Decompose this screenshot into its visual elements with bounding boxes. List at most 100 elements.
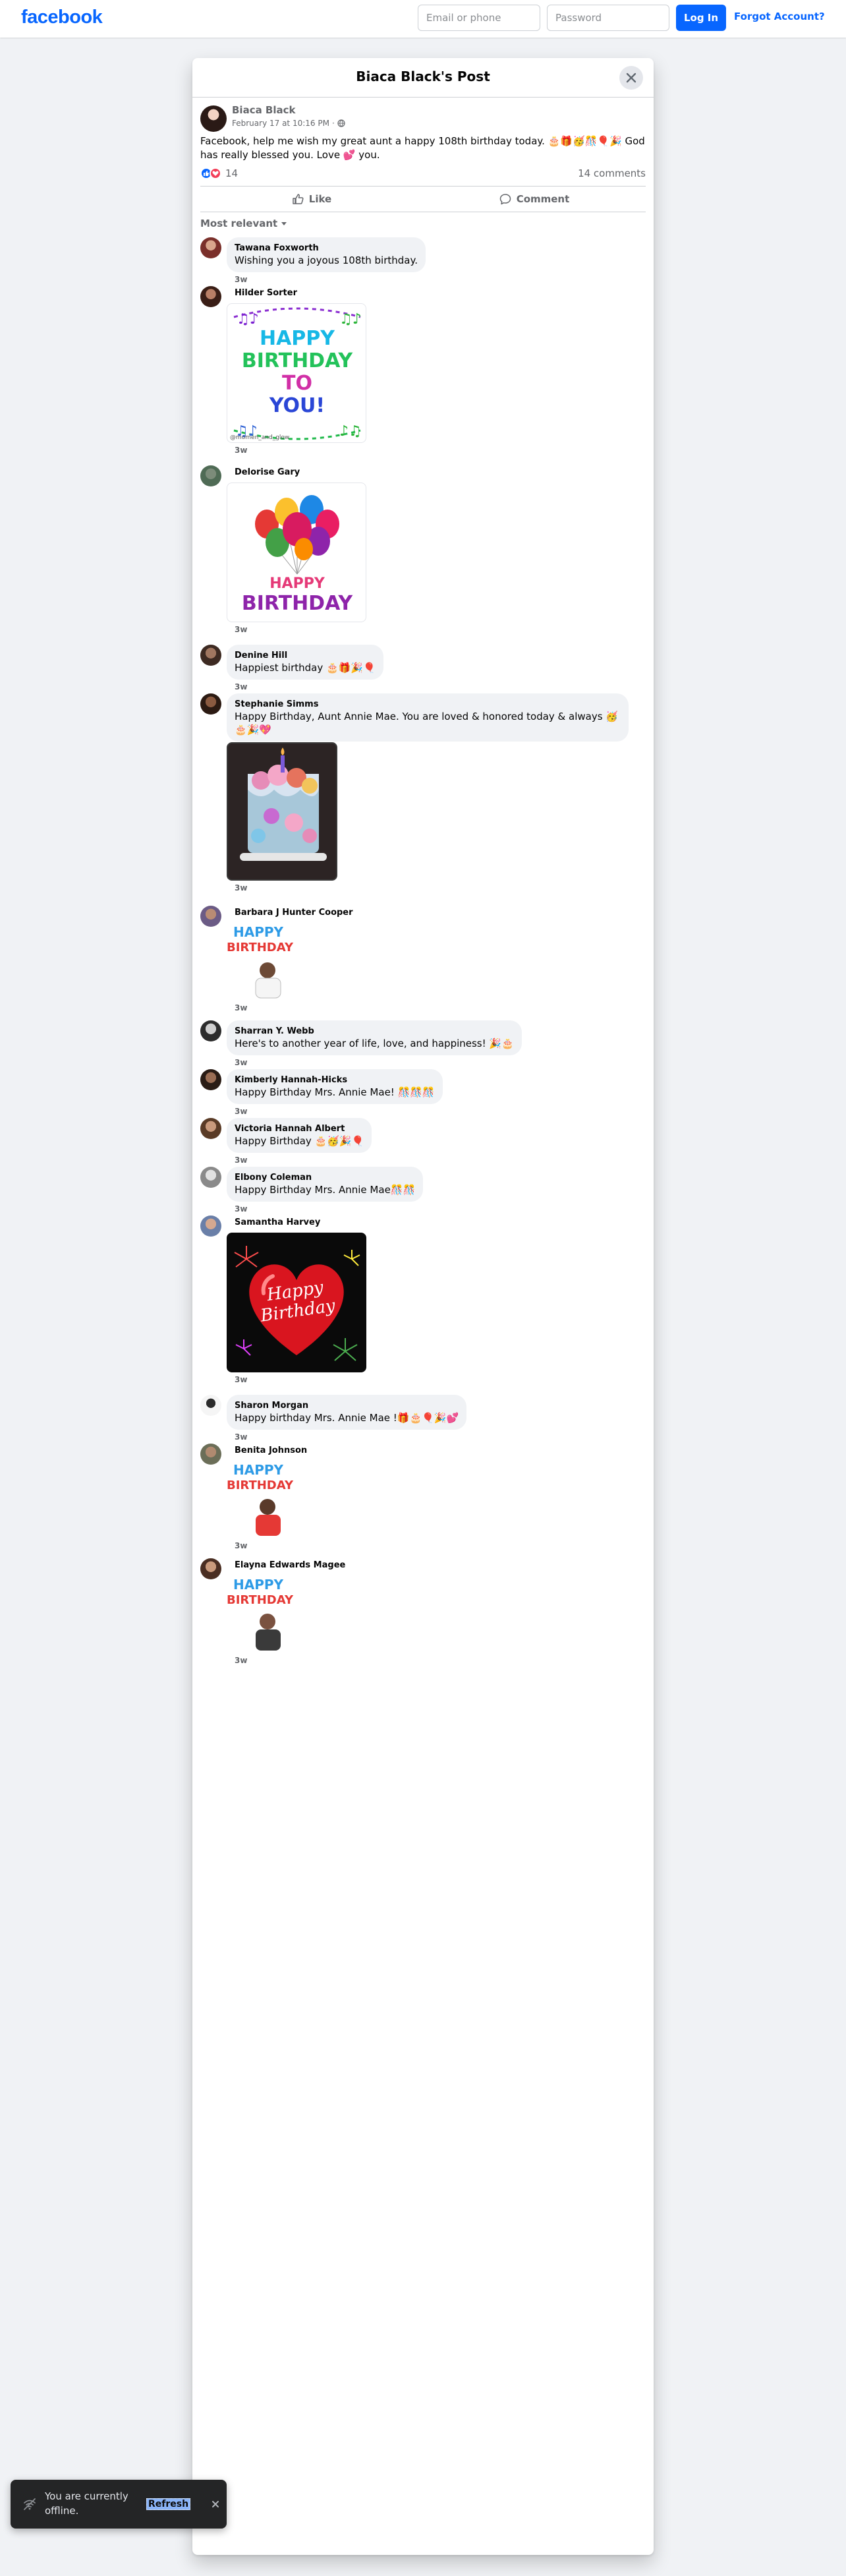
comment-sort-dropdown[interactable]: Most relevant (200, 218, 288, 229)
globe-icon (337, 119, 345, 127)
sticker-figure (256, 1614, 281, 1651)
commenter-avatar[interactable] (200, 465, 221, 486)
comment-time[interactable]: 3w (235, 883, 247, 893)
commenter-name[interactable]: Elayna Edwards Magee (235, 1560, 345, 1571)
commenter-name[interactable]: Kimberly Hannah-Hicks (235, 1074, 435, 1086)
svg-text:♪♫: ♪♫ (339, 423, 362, 440)
commenter-avatar[interactable] (200, 1069, 221, 1090)
toast-close-button[interactable] (208, 2497, 223, 2511)
comment-time[interactable]: 3w (235, 446, 247, 455)
commenter-name[interactable]: Benita Johnson (235, 1445, 307, 1456)
birthday-gif[interactable]: ♫♪ ♫♪ ♫♪ ♪♫ HAPPY BIRTHDAY TO YOU! @mome… (227, 303, 366, 443)
like-label: Like (308, 193, 332, 205)
commenter-name[interactable]: Elbony Coleman (235, 1172, 415, 1183)
post-date[interactable]: February 17 at 10:16 PM (232, 119, 329, 128)
top-navigation-bar: facebook Log In Forgot Account? (0, 0, 846, 38)
comment-bubble: Sharran Y. Webb Here's to another year o… (227, 1020, 522, 1055)
birthday-sticker[interactable]: HAPPY BIRTHDAY (227, 1574, 306, 1653)
commenter-avatar[interactable] (200, 1118, 221, 1139)
love-reaction-icon (210, 167, 221, 179)
commenter-avatar[interactable] (200, 693, 221, 715)
comment-time[interactable]: 3w (235, 1432, 247, 1442)
email-input[interactable] (418, 5, 540, 31)
comment-time[interactable]: 3w (235, 1541, 247, 1550)
comment-time[interactable]: 3w (235, 1375, 247, 1384)
password-input[interactable] (547, 5, 669, 31)
comment-time[interactable]: 3w (235, 1003, 247, 1012)
comment-bubble: Stephanie Simms Happy Birthday, Aunt Ann… (227, 693, 629, 742)
birthday-balloons-image[interactable]: HAPPY BIRTHDAY (227, 483, 366, 622)
gif-watermark: @momen_and_glow (230, 434, 290, 441)
comment-bubble: Kimberly Hannah-Hicks Happy Birthday Mrs… (227, 1069, 443, 1104)
comment-text: Happy Birthday Mrs. Annie Mae! 🎊🎊🎊 (235, 1086, 435, 1098)
thumbs-up-icon (293, 194, 304, 204)
comment-bubble: Elbony Coleman Happy Birthday Mrs. Annie… (227, 1167, 424, 1202)
commenter-avatar[interactable] (200, 1444, 221, 1465)
reaction-summary[interactable]: 14 (200, 167, 238, 179)
comment-text: Happy Birthday Mrs. Annie Mae🎊🎊 (235, 1184, 416, 1196)
login-button[interactable]: Log In (676, 5, 726, 31)
commenter-name[interactable]: Sharran Y. Webb (235, 1026, 514, 1037)
like-button[interactable]: Like (200, 187, 423, 212)
post-action-bar: Like Comment (200, 186, 646, 212)
commenter-avatar[interactable] (200, 906, 221, 927)
commenter-name[interactable]: Denine Hill (235, 650, 376, 661)
comments-count[interactable]: 14 comments (578, 167, 646, 179)
commenter-avatar[interactable] (200, 1020, 221, 1041)
comment-bubble: Tawana Foxworth Wishing you a joyous 108… (227, 237, 426, 272)
comment-icon (499, 194, 511, 205)
close-icon (212, 2501, 219, 2507)
comment-time[interactable]: 3w (235, 275, 247, 284)
commenter-avatar[interactable] (200, 1395, 221, 1416)
sticker-figure (255, 962, 281, 999)
svg-text:♫♪: ♫♪ (339, 311, 362, 328)
commenter-avatar[interactable] (200, 1558, 221, 1579)
birthday-sticker[interactable]: HAPPY BIRTHDAY (227, 922, 306, 1001)
comment-time[interactable]: 3w (235, 1107, 247, 1116)
post-meta: February 17 at 10:16 PM · (232, 119, 345, 128)
cake-image[interactable] (227, 742, 337, 881)
commenter-avatar[interactable] (200, 237, 221, 258)
dialog-header: Biaca Black's Post (192, 58, 654, 98)
commenter-avatar[interactable] (200, 645, 221, 666)
commenter-name[interactable]: Tawana Foxworth (235, 243, 418, 254)
reaction-count: 14 (225, 167, 239, 179)
gif-line-happy: HAPPY (259, 327, 335, 350)
commenter-name[interactable]: Victoria Hannah Albert (235, 1123, 364, 1134)
comment-time[interactable]: 3w (235, 682, 247, 691)
commenter-name[interactable]: Sharon Morgan (235, 1400, 459, 1411)
facebook-logo[interactable]: facebook (21, 7, 103, 28)
caret-down-icon (281, 222, 287, 225)
comment-button[interactable]: Comment (423, 187, 646, 212)
comment-time[interactable]: 3w (235, 1204, 247, 1214)
commenter-name[interactable]: Hilder Sorter (235, 287, 297, 299)
comment-time[interactable]: 3w (235, 625, 247, 634)
cake-graphic (240, 747, 327, 861)
close-button[interactable] (619, 66, 643, 90)
comment-text: Happy Birthday 🎂🥳🎉🎈 (235, 1135, 364, 1147)
sticker-figure (256, 1499, 281, 1536)
forgot-account-link[interactable]: Forgot Account? (734, 11, 825, 22)
heart-birthday-image[interactable]: Happy Birthday (227, 1233, 366, 1372)
comment-time[interactable]: 3w (235, 1058, 247, 1067)
comment-bubble: Denine Hill Happiest birthday 🎂🎁🎉🎈 (227, 645, 383, 680)
comment-time[interactable]: 3w (235, 1156, 247, 1165)
refresh-button[interactable]: Refresh (146, 2498, 191, 2510)
commenter-name[interactable]: Samantha Harvey (235, 1217, 320, 1228)
comment-label: Comment (516, 193, 570, 205)
commenter-name[interactable]: Stephanie Simms (235, 699, 621, 710)
commenter-avatar[interactable] (200, 1215, 221, 1237)
commenter-name[interactable]: Barbara J Hunter Cooper (235, 907, 353, 918)
image-line-birthday: BIRTHDAY (241, 592, 353, 615)
comment-text: Here's to another year of life, love, an… (235, 1038, 514, 1049)
commenter-avatar[interactable] (200, 286, 221, 307)
post-text: Facebook, help me wish my great aunt a h… (200, 135, 645, 161)
comment-text: Wishing you a joyous 108th birthday. (235, 254, 418, 266)
comment-text: Happy Birthday, Aunt Annie Mae. You are … (235, 711, 618, 736)
commenter-name[interactable]: Delorise Gary (235, 467, 300, 478)
comment-time[interactable]: 3w (235, 1656, 247, 1665)
birthday-sticker[interactable]: HAPPY BIRTHDAY (227, 1459, 306, 1538)
author-avatar[interactable] (200, 105, 227, 132)
author-name[interactable]: Biaca Black (232, 104, 296, 116)
commenter-avatar[interactable] (200, 1167, 221, 1188)
